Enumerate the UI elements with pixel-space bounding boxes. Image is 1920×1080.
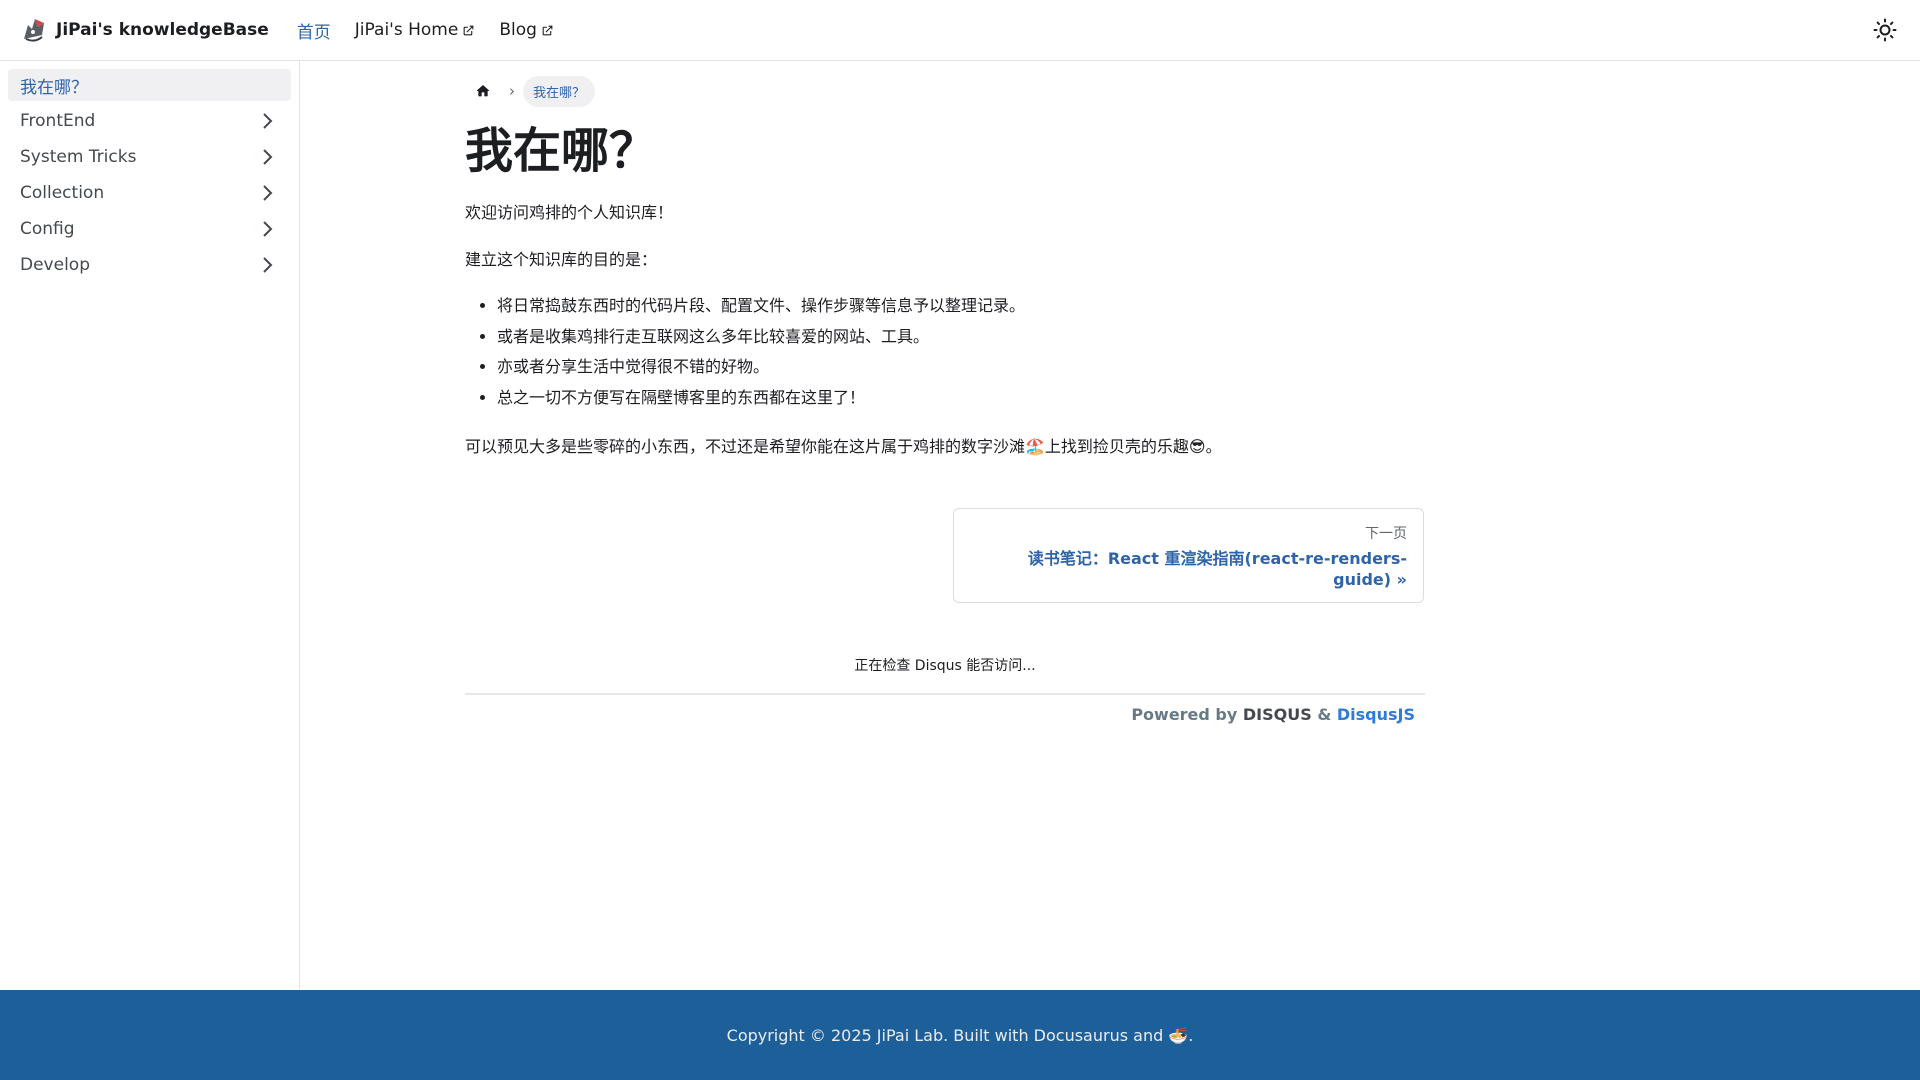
disqusjs-link[interactable]: DisqusJS — [1337, 705, 1415, 724]
disqus-link[interactable]: DISQUS — [1243, 705, 1312, 724]
nav-jipai-home-label: JiPai's Home — [354, 20, 459, 40]
purpose-paragraph: 建立这个知识库的目的是： — [465, 250, 658, 270]
closing-paragraph: 可以预见大多是些零碎的小东西，不过还是希望你能在这片属于鸡排的数字沙滩🏖️上找到… — [465, 436, 1222, 456]
intro-paragraph: 欢迎访问鸡排的个人知识库！ — [465, 203, 674, 222]
sidebar-item-label: 我在哪？ — [20, 77, 88, 98]
brand-link[interactable]: JiPai's knowledgeBase — [20, 15, 269, 45]
page-title: 我在哪？ — [465, 123, 658, 179]
sidebar-item-collection[interactable]: Collection — [8, 177, 291, 209]
footer-copyright: Copyright © 2025 JiPai Lab. Built with D… — [726, 1025, 1194, 1045]
chevron-right-icon[interactable] — [255, 145, 279, 169]
breadcrumb: › 我在哪？ — [465, 75, 1425, 107]
sidebar: 我在哪？ FrontEnd System Tricks Collection C… — [0, 61, 300, 990]
chevron-right-icon[interactable] — [255, 253, 279, 277]
divider — [465, 693, 1425, 696]
breadcrumb-home[interactable] — [465, 76, 501, 106]
next-page-sublabel: 下一页 — [1365, 526, 1407, 543]
sidebar-item-label: FrontEnd — [20, 111, 96, 131]
breadcrumb-current: 我在哪？ — [523, 75, 596, 107]
disqus-powered-by: Powered by DISQUS & DisqusJS — [465, 705, 1425, 724]
sidebar-item-system-tricks[interactable]: System Tricks — [8, 141, 291, 173]
home-icon — [476, 85, 490, 97]
main-content: › 我在哪？ 我在哪？ 欢迎访问鸡排的个人知识库！ 建立这个知识库的目的是： 将… — [465, 61, 1425, 724]
brand-title: JiPai's knowledgeBase — [56, 20, 269, 40]
chevron-right-icon[interactable] — [255, 217, 279, 241]
list-item: 将日常捣鼓东西时的代码片段、配置文件、操作步骤等信息予以整理记录。 — [497, 291, 1425, 321]
nav-home-label: 首页 — [296, 22, 331, 43]
next-page-title: 读书笔记：React 重渲染指南(react-re-renders-guide)… — [1027, 549, 1407, 589]
nav-home-link[interactable]: 首页 — [297, 18, 331, 43]
nav-blog-label: Blog — [499, 20, 537, 40]
navbar: JiPai's knowledgeBase 首页 JiPai's Home Bl… — [0, 0, 1920, 61]
disqus-status: 正在检查 Disqus 能否访问... — [854, 658, 1036, 675]
breadcrumb-separator: › — [509, 82, 515, 100]
sidebar-item-label: Collection — [20, 183, 105, 203]
list-item: 亦或者分享生活中觉得很不错的好物。 — [497, 352, 1425, 382]
sidebar-item-where-am-i[interactable]: 我在哪？ — [8, 69, 291, 101]
sidebar-item-label: System Tricks — [20, 147, 137, 167]
purpose-list: 将日常捣鼓东西时的代码片段、配置文件、操作步骤等信息予以整理记录。 或者是收集鸡… — [465, 291, 1425, 413]
sun-icon — [1873, 18, 1897, 42]
logo-icon — [24, 19, 44, 42]
nav-jipai-home-link[interactable]: JiPai's Home — [355, 20, 476, 40]
list-item: 总之一切不方便写在隔壁博客里的东西都在这里了！ — [497, 383, 1425, 413]
footer: Copyright © 2025 JiPai Lab. Built with D… — [0, 990, 1920, 1080]
sidebar-item-develop[interactable]: Develop — [8, 249, 291, 281]
sidebar-item-frontend[interactable]: FrontEnd — [8, 105, 291, 137]
powered-amp: & — [1311, 705, 1337, 725]
external-link-icon — [463, 25, 474, 35]
list-item: 或者是收集鸡排行走互联网这么多年比较喜爱的网站、工具。 — [497, 322, 1425, 352]
powered-prefix: Powered by — [1131, 705, 1243, 725]
chevron-right-icon[interactable] — [255, 181, 279, 205]
theme-toggle-button[interactable] — [1870, 15, 1900, 45]
next-page-link[interactable]: 下一页 读书笔记：React 重渲染指南(react-re-renders-gu… — [953, 508, 1424, 604]
nav-blog-link[interactable]: Blog — [499, 20, 554, 40]
sidebar-item-config[interactable]: Config — [8, 213, 291, 245]
sidebar-item-label: Config — [20, 219, 75, 239]
sidebar-item-label: Develop — [20, 255, 90, 275]
external-link-icon — [542, 25, 553, 35]
chevron-right-icon[interactable] — [255, 109, 279, 133]
